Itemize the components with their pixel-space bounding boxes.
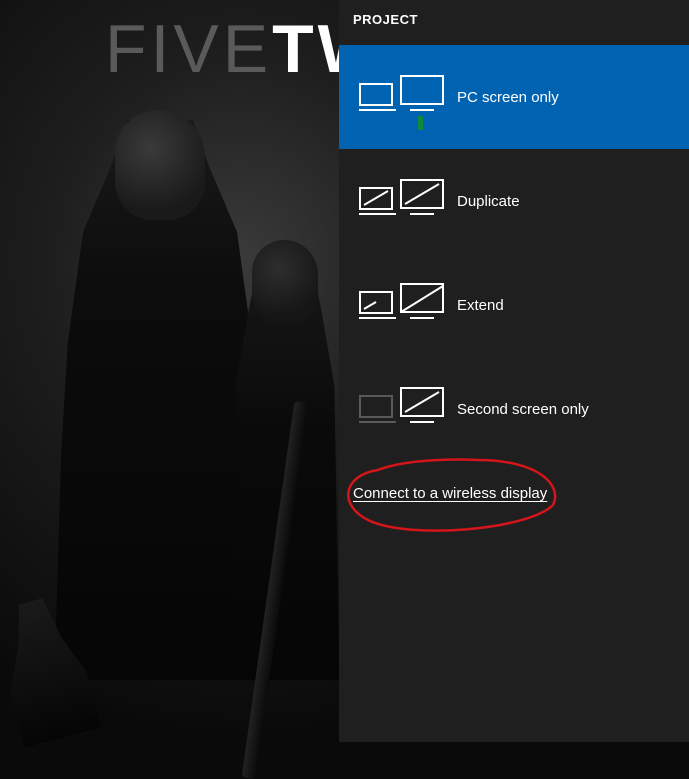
panel-title: PROJECT xyxy=(339,0,689,35)
option-label: Second screen only xyxy=(457,401,589,418)
option-label: Duplicate xyxy=(457,193,520,210)
pc-screen-only-icon xyxy=(357,75,447,119)
option-pc-screen-only[interactable]: PC screen only xyxy=(339,45,689,149)
option-extend[interactable]: Extend xyxy=(339,253,689,357)
project-panel: PROJECT PC screen only xyxy=(339,0,689,742)
duplicate-icon xyxy=(357,179,447,223)
option-second-screen-only[interactable]: Second screen only xyxy=(339,357,689,461)
extend-icon xyxy=(357,283,447,327)
selected-indicator xyxy=(418,116,423,130)
option-label: Extend xyxy=(457,297,504,314)
project-options-list: PC screen only Duplicate xyxy=(339,45,689,461)
option-duplicate[interactable]: Duplicate xyxy=(339,149,689,253)
option-label: PC screen only xyxy=(457,89,559,106)
second-screen-only-icon xyxy=(357,387,447,431)
wallpaper-art xyxy=(20,120,340,720)
connect-wireless-display-link[interactable]: Connect to a wireless display xyxy=(353,485,547,502)
